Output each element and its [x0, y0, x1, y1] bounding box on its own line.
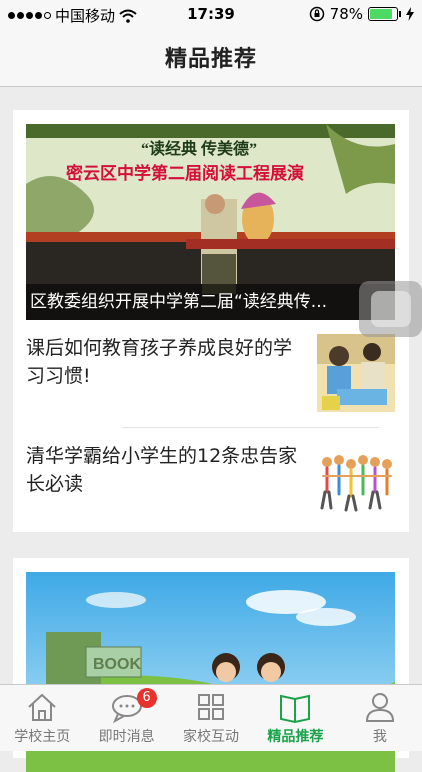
page-title: 精品推荐 — [164, 47, 257, 72]
tab-home-school-interaction[interactable]: 家校互动 — [169, 685, 253, 751]
nav-bar: 精品推荐 — [0, 28, 422, 87]
article-thumbnail — [317, 334, 395, 412]
battery-icon — [368, 7, 398, 21]
tab-label: 家校互动 — [183, 729, 240, 745]
tab-me[interactable]: 我 — [338, 685, 422, 751]
status-right: 78% — [309, 5, 414, 23]
article-thumbnail — [317, 442, 395, 520]
rotation-lock-icon — [309, 6, 324, 22]
svg-text:“读经典 传美德”: “读经典 传美德” — [141, 139, 257, 158]
book-icon — [280, 694, 311, 724]
grid-icon — [198, 694, 225, 720]
tab-bar: 学校主页 6 即时消息 家校互动 精品推荐 我 — [0, 684, 422, 751]
battery-percent: 78% — [329, 5, 363, 23]
status-bar: 中国移动 17:39 78% — [0, 0, 422, 28]
tab-instant-messages[interactable]: 6 即时消息 — [84, 685, 168, 751]
tab-label: 即时消息 — [98, 729, 155, 745]
charging-bolt-icon — [406, 7, 414, 21]
battery-tip — [399, 11, 401, 17]
home-icon — [28, 693, 56, 721]
article-card: “读经典 传美德” 密云区中学第二届阅读工程展演 区教委组织开展中学第二届“读经… — [13, 110, 409, 532]
tab-featured-recommendations[interactable]: 精品推荐 — [253, 685, 337, 751]
tab-label: 我 — [372, 729, 387, 745]
tab-school-home[interactable]: 学校主页 — [0, 685, 84, 751]
divider — [123, 427, 379, 428]
unread-badge: 6 — [136, 688, 157, 708]
floating-assistive-button[interactable] — [359, 281, 422, 337]
featured-headline: 区教委组织开展中学第二届“读经典传... — [26, 284, 395, 320]
svg-text:密云区中学第二届阅读工程展演: 密云区中学第二届阅读工程展演 — [66, 163, 304, 183]
tab-label: 学校主页 — [14, 729, 71, 745]
battery-fill — [370, 9, 392, 19]
floating-button-inner — [371, 291, 411, 327]
list-item[interactable]: 课后如何教育孩子养成良好的学习习惯! — [26, 334, 395, 414]
featured-article[interactable]: “读经典 传美德” 密云区中学第二届阅读工程展演 区教委组织开展中学第二届“读经… — [26, 124, 395, 320]
list-item[interactable]: 清华学霸给小学生的12条忠告家长必读 — [26, 442, 395, 522]
person-icon — [365, 693, 394, 722]
article-title: 清华学霸给小学生的12条忠告家长必读 — [26, 445, 298, 495]
svg-text:BOOK: BOOK — [93, 656, 141, 673]
tab-label: 精品推荐 — [267, 729, 324, 745]
article-title: 课后如何教育孩子养成良好的学习习惯! — [26, 337, 293, 387]
